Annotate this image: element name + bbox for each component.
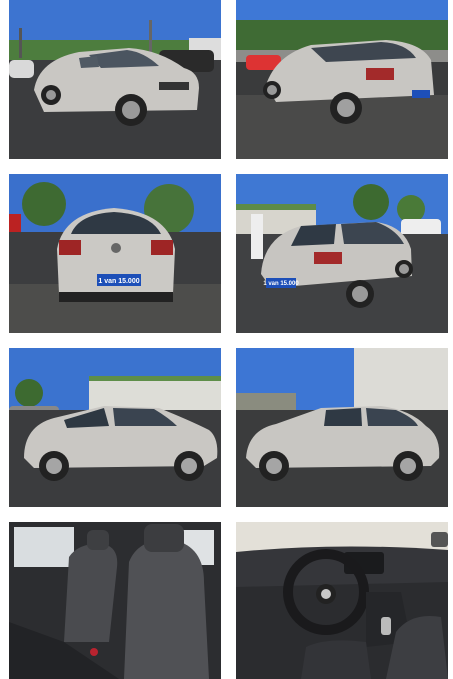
photo-thumbnail-5[interactable] — [9, 348, 221, 507]
car-photo-front — [9, 0, 221, 159]
photo-thumbnail-4[interactable]: 1 van 15.000 — [236, 174, 448, 333]
car-photo-dashboard — [236, 522, 448, 679]
photo-thumbnail-7[interactable] — [9, 522, 221, 679]
photo-thumbnail-6[interactable] — [236, 348, 448, 507]
car-photo-interior-seats — [9, 522, 221, 679]
car-photo-side-left — [236, 348, 448, 507]
photo-thumbnail-8[interactable] — [236, 522, 448, 679]
photo-thumbnail-1[interactable] — [9, 0, 221, 159]
plate-text: 1 van 15.000 — [263, 281, 299, 287]
plate-text: 1 van 15.000 — [98, 278, 139, 285]
photo-thumbnail-2[interactable] — [236, 0, 448, 159]
photo-thumbnail-3[interactable]: 1 van 15.000 — [9, 174, 221, 333]
car-photo-side-right — [9, 348, 221, 507]
car-photo-rear-quarter — [236, 0, 448, 159]
car-photo-rear: 1 van 15.000 — [9, 174, 221, 333]
car-photo-rear-quarter-2: 1 van 15.000 — [236, 174, 448, 333]
photo-gallery: 1 van 15.000 1 van 15.000 — [0, 0, 453, 679]
